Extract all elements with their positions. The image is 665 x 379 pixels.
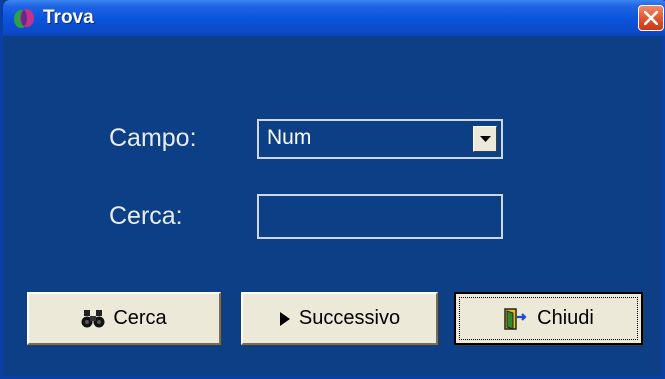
binoculars-icon xyxy=(81,309,105,329)
campo-label: Campo: xyxy=(109,124,197,152)
close-button[interactable] xyxy=(638,5,664,31)
cerca-button[interactable]: Cerca xyxy=(27,292,221,345)
door-exit-icon xyxy=(503,307,529,331)
close-icon xyxy=(644,11,658,25)
campo-selected-value: Num xyxy=(267,126,312,149)
campo-select[interactable]: Num xyxy=(257,119,503,159)
app-logo-icon xyxy=(12,6,36,30)
play-arrow-icon xyxy=(279,311,291,327)
window-title: Trova xyxy=(43,7,94,28)
campo-dropdown-button[interactable] xyxy=(473,126,497,152)
title-bar[interactable]: Trova xyxy=(3,0,665,36)
cerca-label: Cerca: xyxy=(109,202,183,230)
successivo-button[interactable]: Successivo xyxy=(241,292,438,345)
cerca-button-label: Cerca xyxy=(113,307,167,329)
successivo-button-label: Successivo xyxy=(298,307,401,329)
search-input[interactable] xyxy=(257,194,503,239)
chiudi-button-label: Chiudi xyxy=(537,307,594,329)
find-dialog: Trova Campo: Num Cerca: Cerca Successivo… xyxy=(0,0,665,379)
chiudi-button[interactable]: Chiudi xyxy=(454,292,643,345)
chevron-down-icon xyxy=(480,136,491,142)
